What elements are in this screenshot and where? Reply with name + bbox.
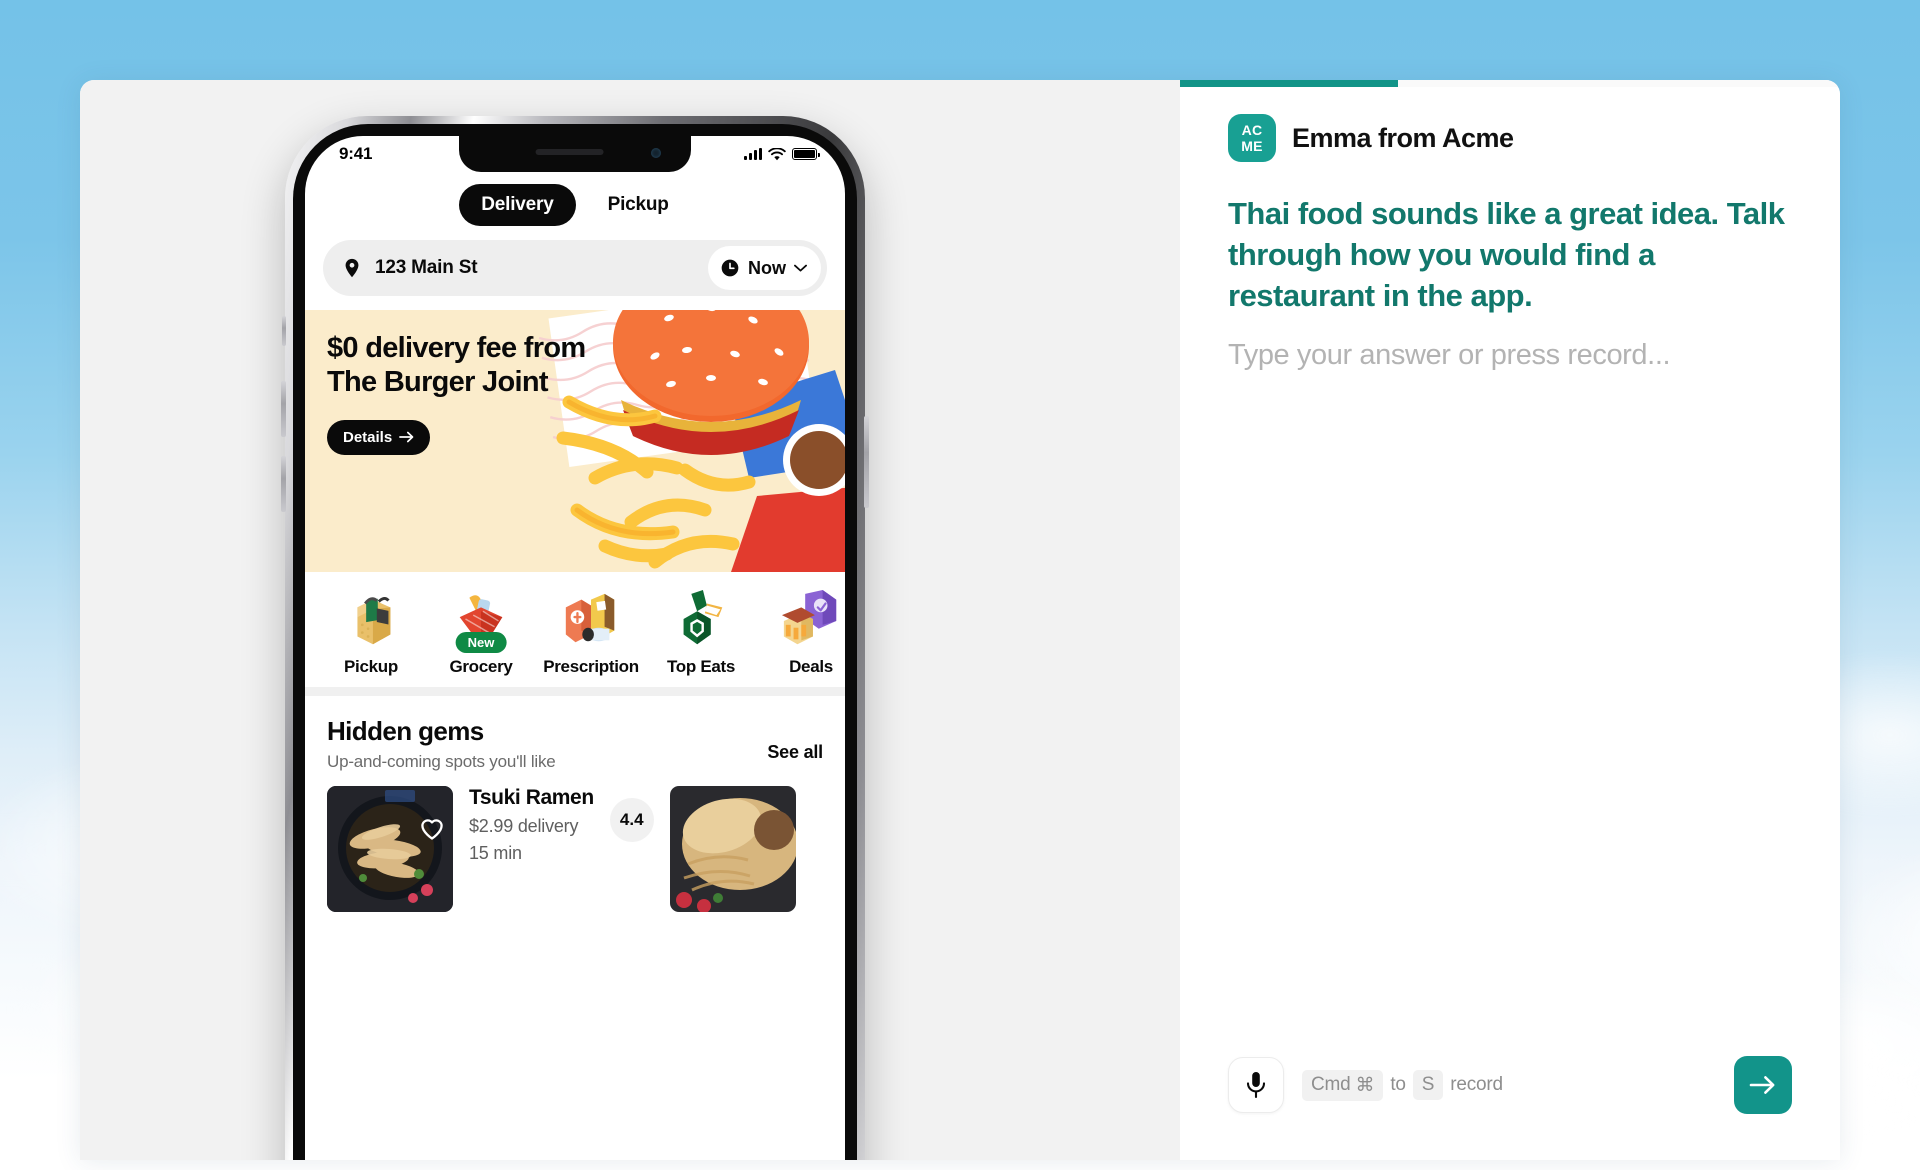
category-label: Grocery: [449, 657, 512, 677]
send-button[interactable]: [1734, 1056, 1792, 1114]
category-deals[interactable]: Deals: [759, 588, 845, 677]
address-bar[interactable]: 123 Main St Now: [323, 240, 827, 296]
category-pickup[interactable]: Pickup: [319, 588, 423, 677]
heart-icon[interactable]: [419, 816, 445, 842]
restaurant-name: Tsuki Ramen: [469, 786, 594, 810]
assistant-panel: AC ME Emma from Acme Thai food sounds li…: [1180, 80, 1840, 1160]
restaurant-eta: 15 min: [469, 843, 594, 864]
hidden-gems-subtitle: Up-and-coming spots you'll like: [327, 752, 556, 772]
record-shortcut-hint: Cmd ⌘ to S record: [1302, 1070, 1503, 1101]
storefront-tag-icon: [780, 588, 842, 650]
record-button[interactable]: [1228, 1057, 1284, 1113]
assistant-name: Emma from Acme: [1292, 123, 1514, 154]
app-window: 9:41 Delivery Pickup: [80, 80, 1840, 1160]
category-label: Pickup: [344, 657, 398, 677]
kbd-s: S: [1413, 1070, 1443, 1100]
promo-title: $0 delivery fee from The Burger Joint: [327, 332, 627, 400]
restaurant-rating: 4.4: [610, 798, 654, 842]
pasta-photo: [670, 786, 796, 912]
avatar-line-1: AC: [1242, 123, 1263, 137]
delivery-mode-tabs: Delivery Pickup: [305, 172, 845, 240]
command-symbol-icon: ⌘: [1356, 1074, 1375, 1097]
category-prescription[interactable]: Prescription: [539, 588, 643, 677]
progress-bar-fill: [1180, 80, 1398, 87]
kbd-cmd: Cmd ⌘: [1302, 1070, 1383, 1101]
phone-mockup: 9:41 Delivery Pickup: [285, 116, 865, 1160]
phone-volume-up-button: [281, 381, 286, 437]
restaurant-info: Tsuki Ramen $2.99 delivery 15 min: [469, 786, 594, 912]
promo-banner[interactable]: $0 delivery fee from The Burger Joint De…: [305, 310, 845, 572]
wifi-icon: [768, 148, 786, 161]
progress-bar-track: [1180, 80, 1840, 87]
address-text: 123 Main St: [375, 257, 708, 279]
see-all-link[interactable]: See all: [767, 742, 823, 763]
phone-screen: 9:41 Delivery Pickup: [305, 136, 845, 1160]
delivery-time-chip[interactable]: Now: [708, 246, 821, 290]
category-top-eats[interactable]: Top Eats: [649, 588, 753, 677]
phone-preview-stage: 9:41 Delivery Pickup: [80, 80, 1180, 1160]
chevron-down-icon: [794, 264, 807, 272]
restaurant-delivery-fee: $2.99 delivery: [469, 816, 594, 837]
tab-delivery[interactable]: Delivery: [459, 184, 575, 226]
clock-icon: [720, 258, 740, 278]
answer-input[interactable]: [1228, 339, 1792, 372]
microphone-icon: [1243, 1070, 1269, 1100]
avatar-line-2: ME: [1241, 139, 1263, 153]
assistant-body: Thai food sounds like a great idea. Talk…: [1180, 162, 1840, 372]
category-label: Prescription: [543, 657, 639, 677]
phone-silent-switch: [282, 316, 286, 346]
assistant-footer: Cmd ⌘ to S record: [1180, 1056, 1840, 1160]
assistant-header: AC ME Emma from Acme: [1180, 80, 1840, 162]
status-bar: 9:41: [305, 136, 845, 172]
restaurant-card[interactable]: Tsuki Ramen $2.99 delivery 15 min: [327, 786, 594, 912]
hidden-gems-list: Tsuki Ramen $2.99 delivery 15 min 4.4: [327, 786, 823, 912]
award-badge-icon: [670, 588, 732, 650]
battery-full-icon: [792, 148, 817, 160]
tab-pickup[interactable]: Pickup: [586, 184, 691, 226]
category-shortcuts: Pickup New Grocery: [305, 572, 845, 696]
delivery-time-label: Now: [748, 258, 786, 279]
phone-volume-down-button: [281, 456, 286, 512]
status-time: 9:41: [339, 144, 372, 164]
shopping-bag-icon: [340, 588, 402, 650]
location-pin-icon: [341, 257, 363, 279]
category-label: Top Eats: [667, 657, 735, 677]
arrow-right-icon: [399, 431, 414, 443]
hidden-gems-section: Hidden gems Up-and-coming spots you'll l…: [305, 696, 845, 912]
shortcut-suffix: record: [1450, 1074, 1503, 1096]
restaurant-thumbnail-next[interactable]: [670, 786, 796, 912]
shortcut-join: to: [1390, 1074, 1405, 1096]
pharmacy-bag-icon: [560, 588, 622, 650]
avatar: AC ME: [1228, 114, 1276, 162]
promo-details-label: Details: [343, 429, 392, 446]
cellular-bars-icon: [744, 148, 762, 160]
kbd-cmd-label: Cmd: [1311, 1074, 1351, 1096]
status-indicators: [744, 148, 817, 161]
restaurant-thumbnail: [327, 786, 453, 912]
hidden-gems-title: Hidden gems: [327, 716, 556, 747]
promo-details-button[interactable]: Details: [327, 420, 430, 455]
hidden-gems-header: Hidden gems Up-and-coming spots you'll l…: [327, 716, 823, 772]
ramen-photo: [327, 786, 453, 912]
arrow-right-icon: [1749, 1074, 1777, 1096]
category-label: Deals: [789, 657, 833, 677]
category-badge-new: New: [456, 632, 507, 653]
promo-copy: $0 delivery fee from The Burger Joint De…: [327, 332, 627, 455]
category-grocery[interactable]: New Grocery: [429, 588, 533, 677]
phone-power-button: [864, 416, 869, 508]
prompt-text: Thai food sounds like a great idea. Talk…: [1228, 194, 1792, 317]
